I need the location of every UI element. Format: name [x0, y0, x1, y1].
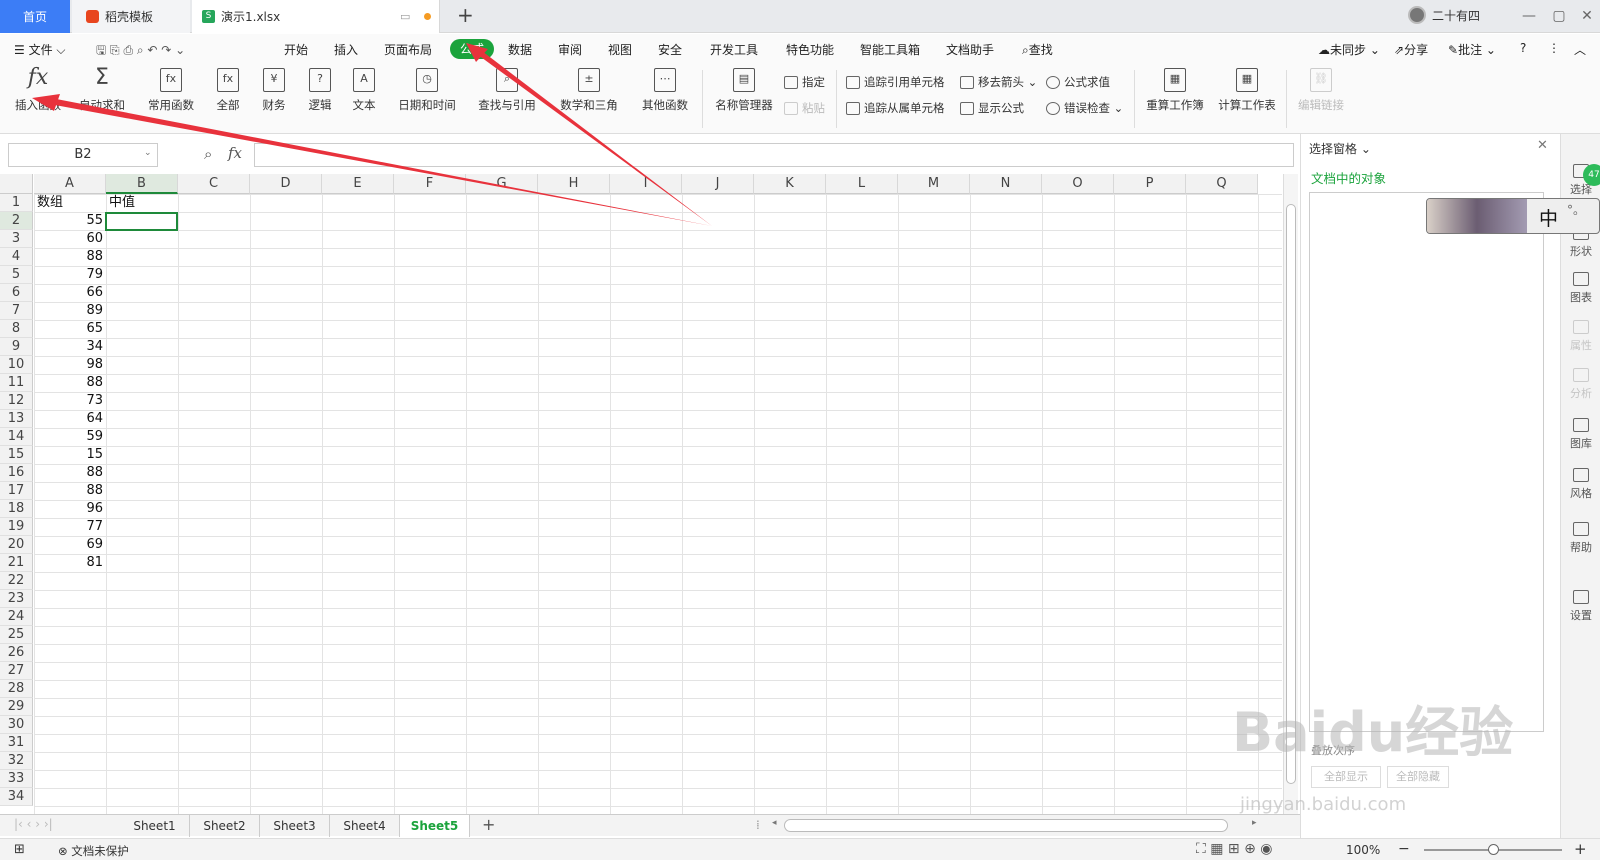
arrowhead-insert-function: [32, 94, 60, 111]
annotation-arrows: [32, 43, 712, 226]
arrow-to-formula-tab: [474, 48, 712, 226]
arrow-to-insert-function: [44, 97, 712, 226]
